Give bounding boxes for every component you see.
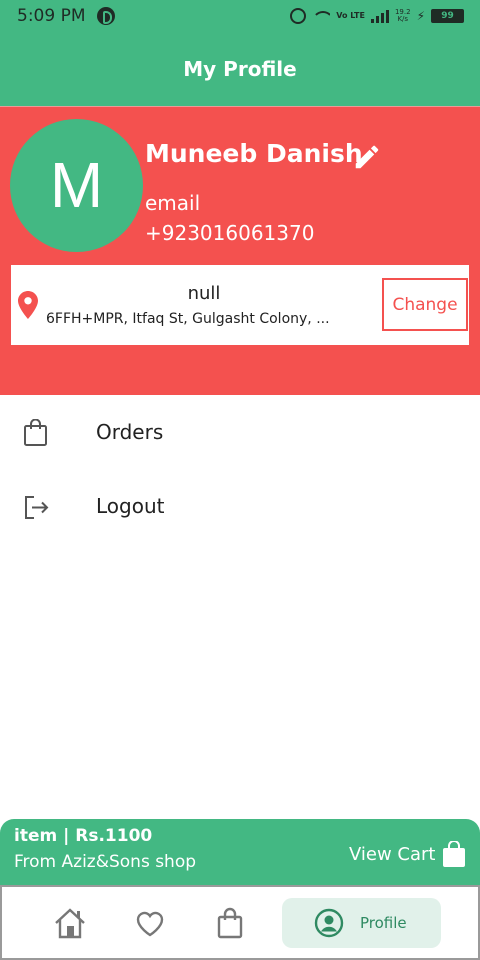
- nav-profile-label: Profile: [360, 914, 407, 932]
- view-cart-label: View Cart: [349, 844, 436, 865]
- profile-icon: [314, 908, 344, 938]
- nav-profile[interactable]: Profile: [282, 898, 441, 948]
- bottom-navigation: Profile: [0, 885, 480, 960]
- address-title: null: [187, 283, 221, 304]
- nav-orders[interactable]: [210, 901, 250, 945]
- change-address-button[interactable]: Change: [382, 278, 468, 331]
- cart-shop: From Aziz&Sons shop: [14, 852, 197, 872]
- wifi-icon: [312, 9, 331, 23]
- avatar: M: [10, 119, 143, 252]
- shopping-bag-icon: [217, 907, 243, 939]
- status-time: 5:09 PM: [17, 6, 86, 26]
- nav-favorites[interactable]: [130, 901, 170, 945]
- view-cart-button[interactable]: View Cart: [349, 841, 466, 868]
- status-indicators: Vo LTE 19.2 K/s ⚡ 99: [290, 6, 464, 26]
- nav-home[interactable]: [50, 901, 90, 945]
- heart-icon: [136, 911, 164, 937]
- home-icon: [55, 908, 85, 939]
- cart-summary-bar[interactable]: item | Rs.1100 From Aziz&Sons shop View …: [0, 819, 480, 885]
- menu-item-label: Logout: [96, 494, 165, 518]
- shopping-bag-icon: [24, 419, 47, 446]
- profile-email: email: [145, 191, 201, 215]
- menu-item-label: Orders: [96, 420, 164, 444]
- location-pin-icon: [18, 291, 38, 319]
- profile-header: M Muneeb Danish email +923016061370 null…: [0, 106, 480, 395]
- address-line: 6FFH+MPR, Itfaq St, Gulgasht Colony, ...: [46, 311, 330, 327]
- battery-icon: 99: [431, 9, 464, 23]
- shopping-bag-icon: [442, 841, 465, 867]
- address-card: null 6FFH+MPR, Itfaq St, Gulgasht Colony…: [11, 265, 469, 345]
- volte-indicator: Vo LTE: [336, 11, 365, 20]
- page-title: My Profile: [183, 57, 297, 81]
- network-speed-unit: K/s: [397, 15, 409, 23]
- app-notification-icon: [97, 7, 115, 25]
- alarm-icon: [290, 8, 307, 24]
- profile-phone: +923016061370: [145, 221, 315, 245]
- status-bar: 5:09 PM Vo LTE 19.2 K/s ⚡ 99: [0, 0, 480, 32]
- network-speed: 19.2 K/s: [395, 9, 411, 23]
- cart-price: item | Rs.1100: [14, 826, 153, 846]
- logout-icon: [25, 496, 49, 519]
- menu-item-orders[interactable]: Orders: [0, 395, 480, 469]
- signal-icon: [370, 9, 389, 23]
- menu-item-logout[interactable]: Logout: [0, 469, 480, 543]
- profile-name: Muneeb Danish: [145, 139, 363, 168]
- app-bar: My Profile: [0, 32, 480, 106]
- edit-pencil-icon[interactable]: [352, 142, 382, 172]
- charging-icon: ⚡: [416, 9, 425, 23]
